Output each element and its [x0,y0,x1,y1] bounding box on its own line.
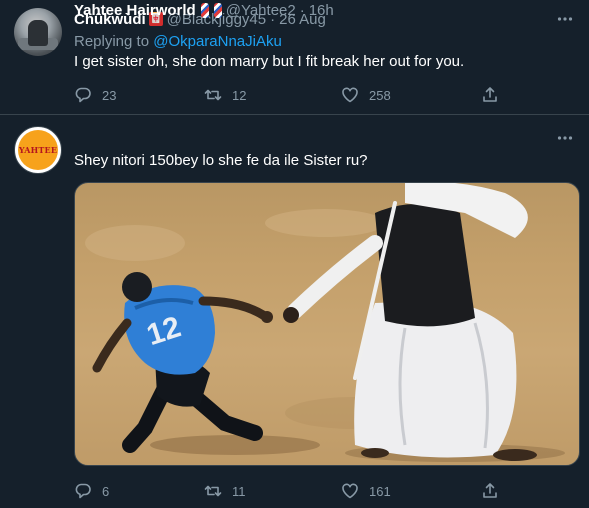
avatar[interactable]: YAHTEE [14,126,62,174]
barber-pole-emoji-icon [200,2,209,18]
like-button[interactable]: 258 [341,85,391,105]
reply-icon [75,87,91,103]
share-button[interactable] [481,481,499,501]
share-button[interactable] [481,85,499,105]
barber-pole-emoji-icon [213,2,222,18]
retweet-icon [204,89,222,101]
like-count: 161 [369,483,391,499]
retweet-icon [204,485,222,497]
reply-icon [75,483,91,499]
tweet-header: Yahtee Hairworld @Yahtee2 · 16h [74,0,334,20]
user-handle[interactable]: @Yahtee2 [226,2,296,19]
avatar[interactable] [14,8,62,56]
like-button[interactable]: 161 [341,481,391,501]
retweet-button[interactable]: 12 [204,85,246,105]
meme-illustration: 12 [85,183,565,462]
avatar-figure-shape [28,20,48,46]
tweet-text: Shey nitori 150bey lo she fe da ile Sist… [74,152,368,169]
avatar-logo: YAHTEE [18,130,58,170]
retweet-count: 11 [232,483,246,499]
tweet-image[interactable]: 12 [74,182,580,466]
separator-dot: · [299,1,305,19]
retweet-count: 12 [232,87,247,103]
like-icon [342,483,358,499]
like-icon [342,87,358,103]
reply-count: 6 [102,483,110,499]
replying-to-mention[interactable]: @OkparaNnaJiAku [153,33,282,50]
replying-to: Replying to @OkparaNnaJiAku [74,33,282,50]
share-icon [483,483,497,498]
retweet-button[interactable]: 11 [204,481,246,501]
more-icon[interactable] [555,128,575,148]
share-icon [483,87,497,102]
tweet-actions: 23 12 258 [74,85,504,105]
tweet-actions: 6 11 161 [74,481,504,501]
like-count: 258 [369,87,391,103]
more-icon[interactable] [555,9,575,29]
reply-button[interactable]: 23 [74,85,116,105]
reply-count: 23 [102,87,117,103]
replying-to-label: Replying to [74,33,150,50]
avatar-logo-text: YAHTEE [18,145,58,155]
reply-button[interactable]: 6 [74,481,109,501]
display-name[interactable]: Yahtee Hairworld [74,2,196,19]
tweet-text: I get sister oh, she don marry but I fit… [74,53,465,70]
tweet-timestamp[interactable]: 16h [309,2,334,19]
